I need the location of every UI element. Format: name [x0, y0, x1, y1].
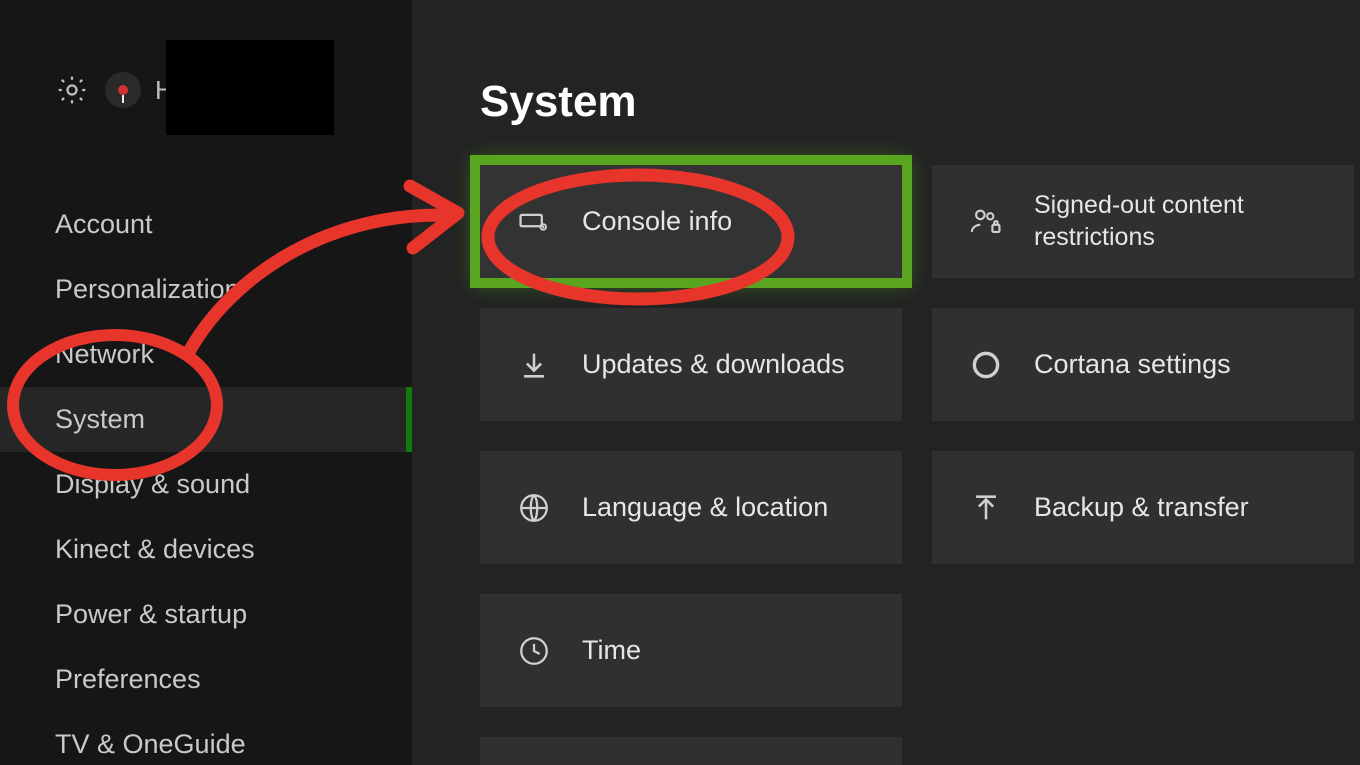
gear-icon [55, 73, 89, 107]
sidebar-item-label: TV & OneGuide [55, 729, 246, 760]
tile-label: Updates & downloads [582, 349, 845, 380]
tile-time[interactable]: Time [480, 594, 902, 707]
sidebar-item-label: Account [55, 209, 153, 240]
tile-label: Backup & transfer [1034, 492, 1249, 523]
sidebar-item-system[interactable]: System [0, 387, 412, 452]
clock-icon [516, 633, 552, 669]
sidebar-item-label: Display & sound [55, 469, 250, 500]
cortana-icon [968, 347, 1004, 383]
sidebar-item-label: Kinect & devices [55, 534, 255, 565]
console-icon [516, 204, 552, 240]
tile-label: Signed-out content restrictions [1034, 190, 1314, 253]
sidebar-item-preferences[interactable]: Preferences [0, 647, 412, 712]
sidebar-item-account[interactable]: Account [0, 192, 412, 257]
tile-label: Time [582, 635, 641, 666]
tile-backup-transfer[interactable]: Backup & transfer [932, 451, 1354, 564]
globe-icon [516, 490, 552, 526]
upload-icon [968, 490, 1004, 526]
sidebar-item-label: Network [55, 339, 154, 370]
page-title: System [480, 77, 637, 127]
tile-signedout-restrictions[interactable]: Signed-out content restrictions [932, 165, 1354, 278]
tile-grid: Console info Updates & downloads [480, 165, 1354, 765]
people-lock-icon [968, 204, 1004, 240]
sidebar-item-tv-oneguide[interactable]: TV & OneGuide [0, 712, 412, 765]
tile-column-left: Console info Updates & downloads [480, 165, 902, 765]
storage-icon [516, 761, 552, 765]
tile-label: Cortana settings [1034, 349, 1231, 380]
sidebar-items: Account Personalization Network System D… [0, 192, 412, 765]
sidebar-item-label: System [55, 404, 145, 435]
sidebar-item-network[interactable]: Network [0, 322, 412, 387]
sidebar-item-label: Personalization [55, 274, 240, 305]
tile-label: Storage [582, 761, 677, 765]
tile-label: Language & location [582, 492, 828, 523]
download-icon [516, 347, 552, 383]
tile-updates-downloads[interactable]: Updates & downloads [480, 308, 902, 421]
sidebar-item-display-sound[interactable]: Display & sound [0, 452, 412, 517]
sidebar: H Account Personalization Network System… [0, 0, 413, 765]
redaction-box [166, 40, 334, 135]
tile-language-location[interactable]: Language & location [480, 451, 902, 564]
tile-console-info[interactable]: Console info [480, 165, 902, 278]
tile-label: Console info [582, 206, 732, 237]
main-panel: System Console info [412, 0, 1360, 765]
sidebar-item-label: Power & startup [55, 599, 247, 630]
sidebar-item-label: Preferences [55, 664, 201, 695]
sidebar-item-personalization[interactable]: Personalization [0, 257, 412, 322]
sidebar-item-kinect-devices[interactable]: Kinect & devices [0, 517, 412, 582]
tile-storage[interactable]: Storage [480, 737, 902, 765]
tile-column-right: Signed-out content restrictions Cortana … [932, 165, 1354, 765]
avatar [105, 72, 141, 108]
sidebar-item-power-startup[interactable]: Power & startup [0, 582, 412, 647]
profile-row[interactable]: H [55, 60, 174, 120]
tile-cortana-settings[interactable]: Cortana settings [932, 308, 1354, 421]
